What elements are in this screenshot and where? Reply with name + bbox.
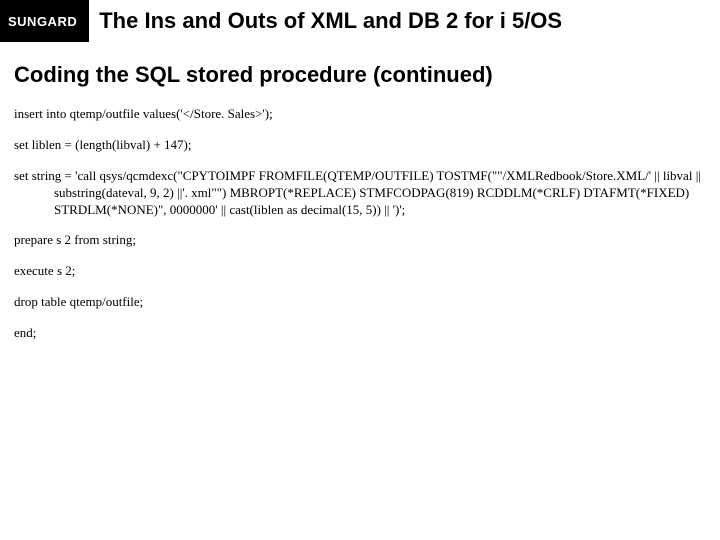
code-line-6: drop table qtemp/outfile; [14, 294, 706, 311]
code-line-4: prepare s 2 from string; [14, 232, 706, 249]
code-line-1: insert into qtemp/outfile values('</Stor… [14, 106, 706, 123]
header-bar: SUNGARD The Ins and Outs of XML and DB 2… [0, 0, 720, 42]
page-title: The Ins and Outs of XML and DB 2 for i 5… [99, 8, 562, 34]
code-line-2: set liblen = (length(libval) + 147); [14, 137, 706, 154]
title-wrap: The Ins and Outs of XML and DB 2 for i 5… [89, 0, 720, 42]
code-line-5: execute s 2; [14, 263, 706, 280]
slide: SUNGARD The Ins and Outs of XML and DB 2… [0, 0, 720, 540]
code-line-3b: substring(dateval, 9, 2) ||'. xml"") MBR… [14, 185, 706, 219]
subtitle: Coding the SQL stored procedure (continu… [14, 62, 720, 88]
logo: SUNGARD [0, 14, 89, 29]
code-line-3a: set string = 'call qsys/qcmdexc("CPYTOIM… [14, 168, 701, 183]
code-line-3: set string = 'call qsys/qcmdexc("CPYTOIM… [14, 168, 706, 219]
content: insert into qtemp/outfile values('</Stor… [0, 106, 720, 342]
code-line-7: end; [14, 325, 706, 342]
